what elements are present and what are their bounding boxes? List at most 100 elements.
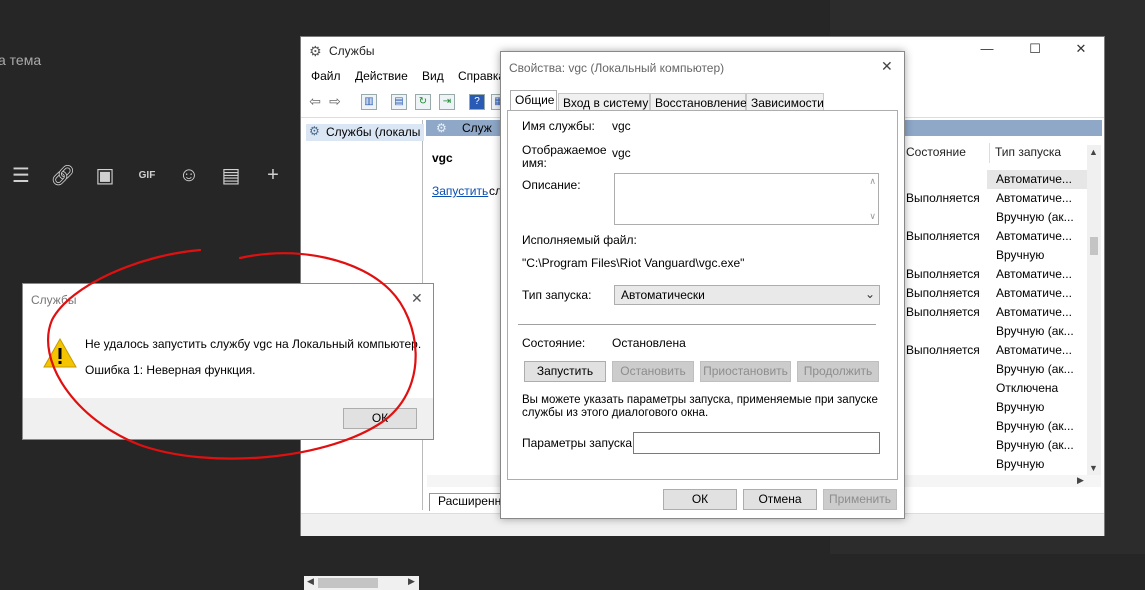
scroll-thumb[interactable] bbox=[1090, 237, 1098, 255]
display-name-value: vgc bbox=[612, 146, 631, 160]
gear-icon: ⚙ bbox=[309, 43, 322, 59]
row-state[interactable]: Выполняется bbox=[906, 343, 980, 357]
scroll-right-icon[interactable]: ▶ bbox=[1077, 475, 1084, 486]
tab-general[interactable]: Общие bbox=[510, 90, 557, 111]
exe-path: "C:\Program Files\Riot Vanguard\vgc.exe" bbox=[522, 256, 745, 270]
description-field[interactable]: ∧ ∨ bbox=[614, 173, 879, 225]
ok-button[interactable]: ОК bbox=[663, 489, 737, 510]
menu-help[interactable]: Справка bbox=[458, 69, 505, 83]
row-state[interactable]: Выполняется bbox=[906, 191, 980, 205]
row-state[interactable]: Выполняется bbox=[906, 305, 980, 319]
warning-icon bbox=[43, 338, 77, 368]
row-startup-type[interactable]: Вручную (ак... bbox=[996, 362, 1074, 376]
column-header-state[interactable]: Состояние bbox=[906, 145, 966, 159]
forward-icon[interactable]: ⇨ bbox=[327, 94, 343, 110]
image-icon[interactable]: ▣ bbox=[84, 163, 126, 188]
gear-icon: ⚙ bbox=[436, 121, 447, 135]
tab-dependencies[interactable]: Зависимости bbox=[746, 93, 824, 110]
start-service-link[interactable]: Запустить bbox=[432, 184, 488, 198]
row-startup-type[interactable]: Вручную bbox=[996, 248, 1044, 262]
startup-params-input[interactable] bbox=[633, 432, 880, 454]
row-startup-type[interactable]: Вручную (ак... bbox=[996, 419, 1074, 433]
row-startup-type[interactable]: Автоматиче... bbox=[996, 267, 1072, 281]
scroll-right-icon[interactable]: ▶ bbox=[408, 576, 415, 587]
row-startup-type[interactable]: Автоматиче... bbox=[996, 343, 1072, 357]
display-name-label-line1: Отображаемое bbox=[522, 143, 607, 157]
scroll-down-icon[interactable]: ∨ bbox=[869, 211, 876, 222]
row-state[interactable]: Выполняется bbox=[906, 286, 980, 300]
row-state[interactable]: Выполняется bbox=[906, 229, 980, 243]
gear-icon: ⚙ bbox=[309, 124, 320, 138]
row-startup-type[interactable]: Автоматиче... bbox=[996, 286, 1072, 300]
export-icon[interactable]: ⇥ bbox=[439, 94, 455, 110]
cancel-button[interactable]: Отмена bbox=[743, 489, 817, 510]
row-startup-type[interactable]: Вручную (ак... bbox=[996, 324, 1074, 338]
description-label: Описание: bbox=[522, 178, 581, 192]
scroll-left-icon[interactable]: ◀ bbox=[307, 576, 314, 587]
row-startup-type[interactable]: Вручную bbox=[996, 400, 1044, 414]
menu-view[interactable]: Вид bbox=[422, 69, 444, 83]
start-button[interactable]: Запустить bbox=[524, 361, 606, 382]
error-ok-button[interactable]: ОК bbox=[343, 408, 417, 429]
chevron-down-icon: ⌄ bbox=[864, 287, 875, 301]
scroll-up-icon[interactable]: ▲ bbox=[1089, 147, 1098, 157]
row-startup-type[interactable]: Автоматиче... bbox=[996, 191, 1072, 205]
general-tab-panel: Имя службы: vgc Отображаемое имя: vgc Оп… bbox=[507, 110, 898, 480]
column-header-startup[interactable]: Тип запуска bbox=[995, 145, 1061, 159]
error-dialog: Службы ✕ Не удалось запустить службу vgc… bbox=[22, 283, 434, 440]
editor-toolbar: ☰ 🔗︎ ▣ GIF ☺ ▤ + ↻ bbox=[0, 160, 336, 190]
row-startup-type[interactable]: Отключена bbox=[996, 381, 1058, 395]
pause-button[interactable]: Приостановить bbox=[700, 361, 791, 382]
tree-item-services-local[interactable]: ⚙ Службы (локалы bbox=[306, 124, 425, 141]
back-icon[interactable]: ⇦ bbox=[307, 94, 323, 110]
selected-service-name: vgc bbox=[432, 151, 453, 165]
row-startup-type[interactable]: Автоматиче... bbox=[996, 229, 1072, 243]
close-icon[interactable]: ✕ bbox=[411, 290, 423, 307]
row-state[interactable]: Выполняется bbox=[906, 267, 980, 281]
scroll-up-icon[interactable]: ∧ bbox=[869, 176, 876, 187]
row-startup-type[interactable]: Вручную bbox=[996, 457, 1044, 471]
tab-extended[interactable]: Расширенн bbox=[429, 493, 501, 511]
startup-params-hint-line2: службы из этого диалогового окна. bbox=[522, 407, 709, 419]
tree-horizontal-scrollbar[interactable]: ◀ ▶ bbox=[304, 576, 419, 590]
startup-type-label: Тип запуска: bbox=[522, 288, 592, 302]
display-name-label-line2: имя: bbox=[522, 156, 547, 170]
minimize-button[interactable]: — bbox=[977, 41, 997, 56]
dialog-title: Свойства: vgc (Локальный компьютер) bbox=[509, 61, 725, 75]
gallery-icon[interactable]: ▤ bbox=[210, 163, 252, 188]
link-icon[interactable]: 🔗︎ bbox=[42, 163, 84, 188]
menu-action[interactable]: Действие bbox=[355, 69, 408, 83]
state-value: Остановлена bbox=[612, 336, 686, 350]
list-icon[interactable]: ☰ bbox=[0, 163, 42, 188]
stop-button[interactable]: Остановить bbox=[612, 361, 694, 382]
plus-icon[interactable]: + bbox=[252, 164, 294, 187]
divider bbox=[518, 324, 876, 325]
smiley-icon[interactable]: ☺ bbox=[168, 164, 210, 187]
apply-button[interactable]: Применить bbox=[823, 489, 897, 510]
service-name-label: Имя службы: bbox=[522, 119, 595, 133]
tab-recovery[interactable]: Восстановление bbox=[650, 93, 747, 110]
properties-icon[interactable]: ▤ bbox=[391, 94, 407, 110]
close-icon[interactable]: ✕ bbox=[881, 58, 893, 75]
maximize-button[interactable]: ☐ bbox=[1025, 41, 1045, 57]
menu-file[interactable]: Файл bbox=[311, 69, 341, 83]
error-dialog-footer: ОК bbox=[23, 398, 433, 439]
close-button[interactable]: ✕ bbox=[1071, 41, 1091, 57]
scroll-down-icon[interactable]: ▼ bbox=[1089, 463, 1098, 473]
startup-params-hint-line1: Вы можете указать параметры запуска, при… bbox=[522, 394, 878, 406]
startup-type-select[interactable]: Автоматически ⌄ bbox=[614, 285, 880, 305]
column-separator[interactable] bbox=[989, 143, 990, 163]
help-icon[interactable]: ? bbox=[469, 94, 485, 110]
refresh-icon[interactable]: ↻ bbox=[415, 94, 431, 110]
row-startup-type[interactable]: Автоматиче... bbox=[996, 305, 1072, 319]
resume-button[interactable]: Продолжить bbox=[797, 361, 879, 382]
gif-icon[interactable]: GIF bbox=[126, 170, 168, 181]
tab-logon[interactable]: Вход в систему bbox=[558, 93, 650, 110]
row-startup-type[interactable]: Вручную (ак... bbox=[996, 210, 1074, 224]
row-startup-type[interactable]: Автоматиче... bbox=[996, 172, 1072, 186]
scroll-thumb[interactable] bbox=[318, 578, 378, 588]
show-tree-icon[interactable]: ▥ bbox=[361, 94, 377, 110]
startup-params-label: Параметры запуска: bbox=[522, 436, 636, 450]
services-vertical-scrollbar[interactable]: ▲ ▼ bbox=[1087, 145, 1101, 475]
row-startup-type[interactable]: Вручную (ак... bbox=[996, 438, 1074, 452]
